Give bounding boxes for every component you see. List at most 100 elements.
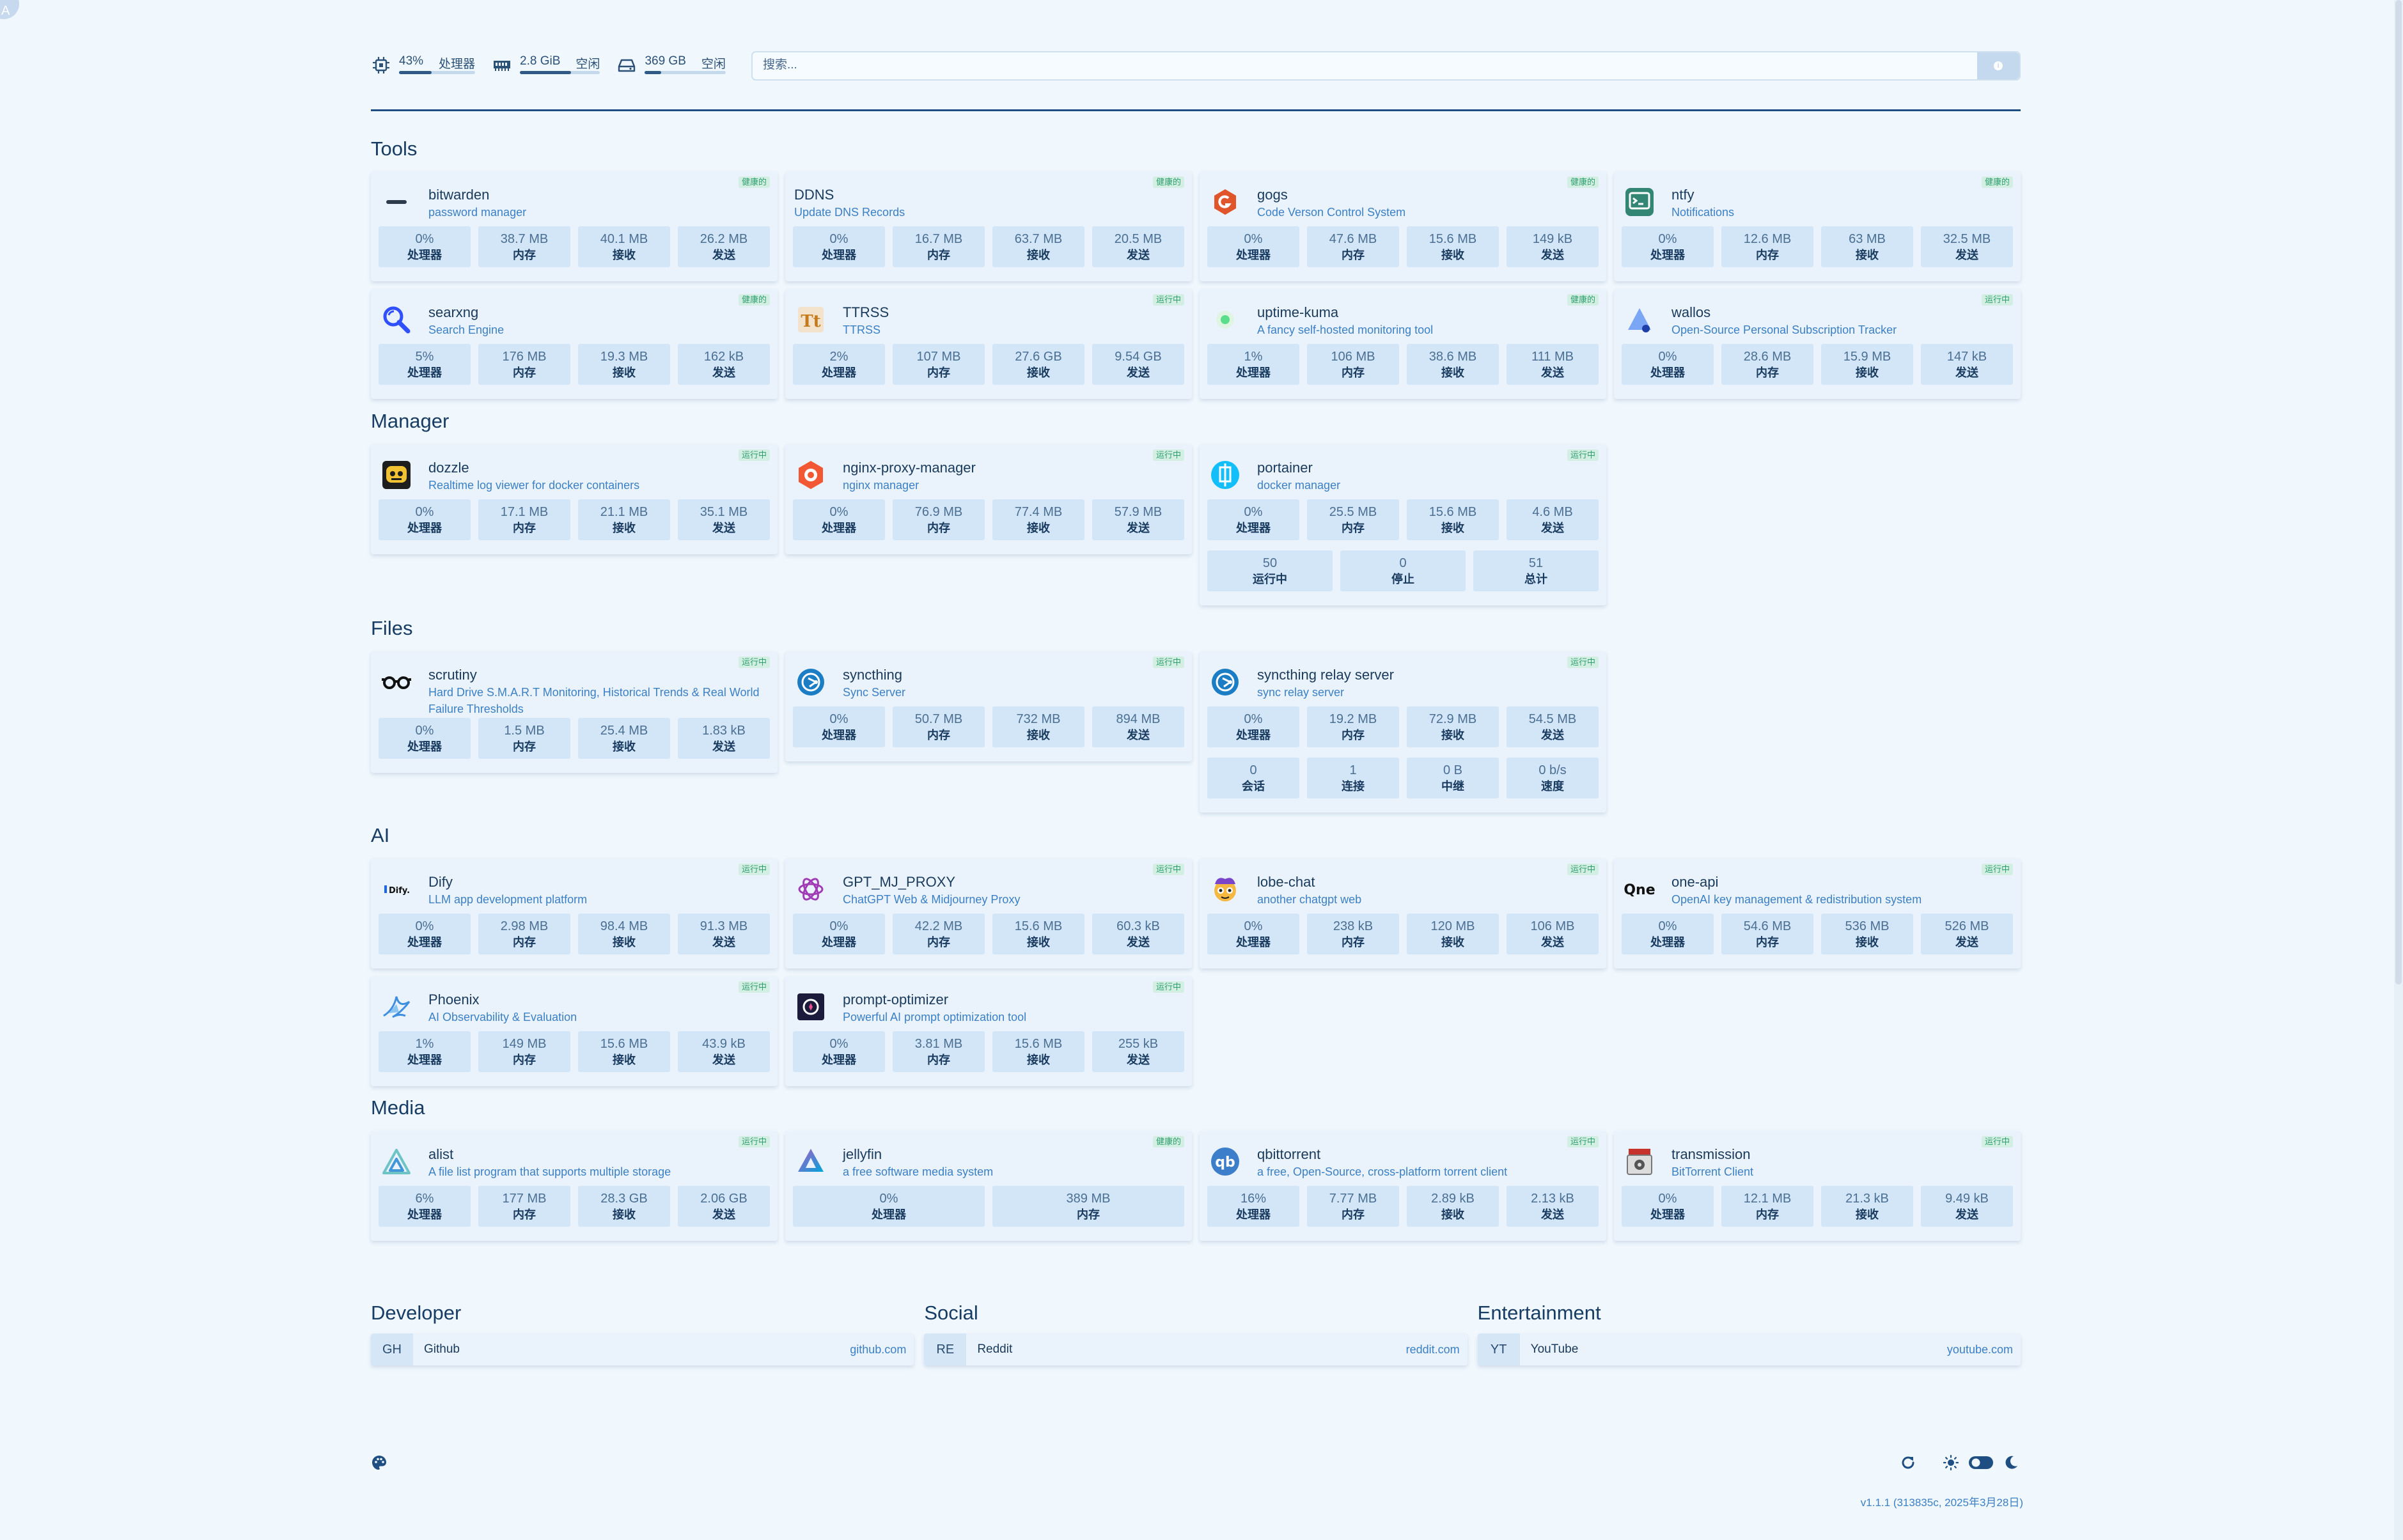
- stat-label: 发送: [1541, 1208, 1564, 1221]
- receive-stat: 98.4 MB 接收: [578, 914, 670, 954]
- service-card-lobe-chat[interactable]: 运行中 lobe-chat another chatgpt web 0% 处理器 238 …: [1200, 859, 1606, 968]
- bookmark-url: github.com: [850, 1342, 907, 1356]
- service-card-one-api[interactable]: 运行中 Qne one-api OpenAI key management & red…: [1614, 859, 2021, 968]
- service-card-prompt-optimizer[interactable]: 运行中 prompt-optimizer Powerful AI prompt op…: [785, 976, 1192, 1086]
- group-media: 运行中 alist A file list program that support…: [371, 1131, 2021, 1241]
- service-name: syncthing relay server: [1257, 667, 1394, 683]
- memory-stat: 47.6 MB 内存: [1307, 226, 1399, 267]
- info-icon: i: [1994, 61, 2003, 70]
- service-card-scrutiny[interactable]: 运行中 scrutiny Hard Drive S.M.A.R.T Monitori…: [371, 651, 778, 773]
- service-card-alist[interactable]: 运行中 alist A file list program that support…: [371, 1131, 778, 1241]
- refresh-icon[interactable]: [1899, 1454, 1917, 1472]
- sun-icon[interactable]: [1943, 1454, 1959, 1471]
- bookmark-reddit[interactable]: RE Reddit reddit.com: [924, 1334, 1468, 1365]
- toggle-icon[interactable]: [1968, 1456, 1994, 1470]
- stat-value: 0%: [1244, 232, 1263, 246]
- search-input[interactable]: [753, 52, 1962, 78]
- status-badge: 运行中: [1152, 657, 1184, 668]
- extra-stat: 0 B 中继: [1407, 758, 1499, 798]
- bookmark-group-social: Social RE Reddit reddit.com: [924, 1302, 1468, 1365]
- service-card-gpt-mj-proxy[interactable]: 运行中 GPT_MJ_PROXY ChatGPT Web & Midjourney …: [785, 859, 1192, 968]
- service-card-bitwarden[interactable]: 健康的 bitwarden password manager 0% 处理器 38.7 MB…: [371, 171, 778, 281]
- moon-icon[interactable]: [2003, 1454, 2019, 1471]
- service-card-nginx-proxy-manager[interactable]: 运行中 nginx-proxy-manager nginx manager 0% 处理器…: [785, 444, 1192, 554]
- stat-value: 1.5 MB: [504, 724, 545, 738]
- stat-value: 15.6 MB: [600, 1037, 648, 1051]
- bookmark-youtube[interactable]: YT YouTube youtube.com: [1477, 1334, 2021, 1365]
- service-card-ttrss[interactable]: 运行中 Tt TTRSS TTRSS 2% 处理器 107 MB 内存 27.6 GB 接收 9.5…: [785, 289, 1192, 399]
- extra-stat: 0 停止: [1340, 550, 1466, 591]
- stat-value: 21.3 kB: [1845, 1192, 1889, 1206]
- stat-value: 526 MB: [1945, 919, 1989, 933]
- memory-stat: 50.7 MB 内存: [893, 706, 985, 747]
- stat-value: 106 MB: [1331, 350, 1375, 364]
- search-button[interactable]: i: [1977, 52, 2019, 79]
- service-card-dify[interactable]: 运行中 Dify. Dify LLM app development platform…: [371, 859, 778, 968]
- memory-stat: 76.9 MB 内存: [893, 499, 985, 540]
- memory-stat: 38.7 MB 内存: [478, 226, 570, 267]
- stat-value: 76.9 MB: [914, 505, 963, 519]
- service-card-dozzle[interactable]: 运行中 dozzle Realtime log viewer for docker …: [371, 444, 778, 554]
- status-badge: 运行中: [1567, 1136, 1599, 1147]
- service-stats: 0% 处理器 16.7 MB 内存 63.7 MB 接收 20.5 MB 发送: [793, 226, 1184, 267]
- stat-label: 接收: [1027, 249, 1050, 261]
- service-card-uptime-kuma[interactable]: 健康的 uptime-kuma A fancy self-hosted monito…: [1200, 289, 1606, 399]
- stat-value: 26.2 MB: [700, 232, 748, 246]
- receive-stat: 28.3 GB 接收: [578, 1186, 670, 1227]
- transmission-icon: [1623, 1145, 1656, 1178]
- service-stats: 0% 处理器 50.7 MB 内存 732 MB 接收 894 MB 发送: [793, 706, 1184, 747]
- stat-label: 处理器: [407, 1054, 442, 1066]
- status-badge: 运行中: [1981, 1136, 2013, 1147]
- bookmark-github[interactable]: GH Github github.com: [371, 1334, 914, 1365]
- service-card-wallos[interactable]: 运行中 wallos Open-Source Personal Subscripti…: [1614, 289, 2021, 399]
- palette-icon[interactable]: [371, 1454, 387, 1471]
- service-card-syncthing[interactable]: 运行中 syncthing Sync Server 0% 处理器 50.7 MB 内存 732…: [785, 651, 1192, 761]
- service-card-portainer[interactable]: 运行中 portainer docker manager 0% 处理器 25.5 MB 内存…: [1200, 444, 1606, 605]
- receive-stat: 15.6 MB 接收: [1407, 499, 1499, 540]
- service-card-ddns[interactable]: 健康的 DDNS Update DNS Records 0% 处理器 16.7 MB 内存 6…: [785, 171, 1192, 281]
- stat-label: 内存: [513, 1054, 536, 1066]
- scrollbar[interactable]: [2394, 0, 2403, 1540]
- service-stats: 0% 处理器 28.6 MB 内存 15.9 MB 接收 147 kB 发送: [1622, 344, 2013, 385]
- service-stats: 1% 处理器 106 MB 内存 38.6 MB 接收 111 MB 发送: [1207, 344, 1599, 385]
- status-badge: 健康的: [1567, 176, 1599, 188]
- bookmark-name: YouTube: [1530, 1342, 1579, 1356]
- stat-value: 0 B: [1443, 763, 1463, 777]
- service-card-jellyfin[interactable]: 健康的 jellyfin a free software media system 0…: [785, 1131, 1192, 1241]
- send-stat: 20.5 MB 发送: [1092, 226, 1184, 267]
- stat-label: 内存: [513, 366, 536, 379]
- avatar[interactable]: A: [0, 0, 19, 19]
- stat-label: 发送: [1541, 729, 1564, 742]
- memory-usage-bar: [520, 71, 600, 74]
- cpu-label: 处理器: [439, 58, 476, 71]
- service-card-ntfy[interactable]: 健康的 ntfy Notifications 0% 处理器 12.6 MB 内存 63 MB 接…: [1614, 171, 2021, 281]
- group-title-files: Files: [371, 617, 413, 639]
- service-card-syncthing-relay-server[interactable]: 运行中 syncthing relay server sync relay serv…: [1200, 651, 1606, 813]
- scrollbar-thumb[interactable]: [2395, 0, 2402, 984]
- jellyfin-icon: [794, 1145, 827, 1178]
- stat-label: 停止: [1391, 573, 1414, 586]
- service-stats: 0% 处理器 38.7 MB 内存 40.1 MB 接收 26.2 MB 发送: [379, 226, 770, 267]
- service-name: wallos: [1671, 304, 1711, 320]
- cpu-stat: 0% 处理器: [793, 706, 885, 747]
- service-card-searxng[interactable]: 健康的 searxng Search Engine 5% 处理器 176 MB 内存 19.3…: [371, 289, 778, 399]
- syncthing-relay-server-icon: [1209, 665, 1242, 699]
- stat-value: 28.3 GB: [600, 1192, 648, 1206]
- stat-value: 536 MB: [1845, 919, 1890, 933]
- stat-label: 连接: [1342, 780, 1365, 793]
- status-badge: 运行中: [1567, 657, 1599, 668]
- receive-stat: 63.7 MB 接收: [992, 226, 1084, 267]
- service-description: OpenAI key management & redistribution s…: [1671, 893, 1922, 906]
- service-card-gogs[interactable]: 健康的 gogs Code Verson Control System 0% 处理器 47…: [1200, 171, 1606, 281]
- service-description: Hard Drive S.M.A.R.T Monitoring, Histori…: [428, 686, 760, 715]
- service-description: Powerful AI prompt optimization tool: [843, 1011, 1027, 1023]
- service-description: Notifications: [1671, 206, 1735, 219]
- service-card-phoenix[interactable]: 运行中 Phoenix AI Observability & Evaluation 1…: [371, 976, 778, 1086]
- stat-value: 57.9 MB: [1114, 505, 1162, 519]
- version-label: v1.1.1 (313835c, 2025年3月28日): [1860, 1497, 2023, 1509]
- service-description: docker manager: [1257, 479, 1341, 492]
- service-card-qbittorrent[interactable]: 运行中 qb qbittorrent a free, Open-Source, cro…: [1200, 1131, 1606, 1241]
- stat-label: 接收: [1441, 249, 1464, 261]
- status-badge: 运行中: [1152, 449, 1184, 461]
- service-card-transmission[interactable]: 运行中 transmission BitTorrent Client 0% 处理器 12.…: [1614, 1131, 2021, 1241]
